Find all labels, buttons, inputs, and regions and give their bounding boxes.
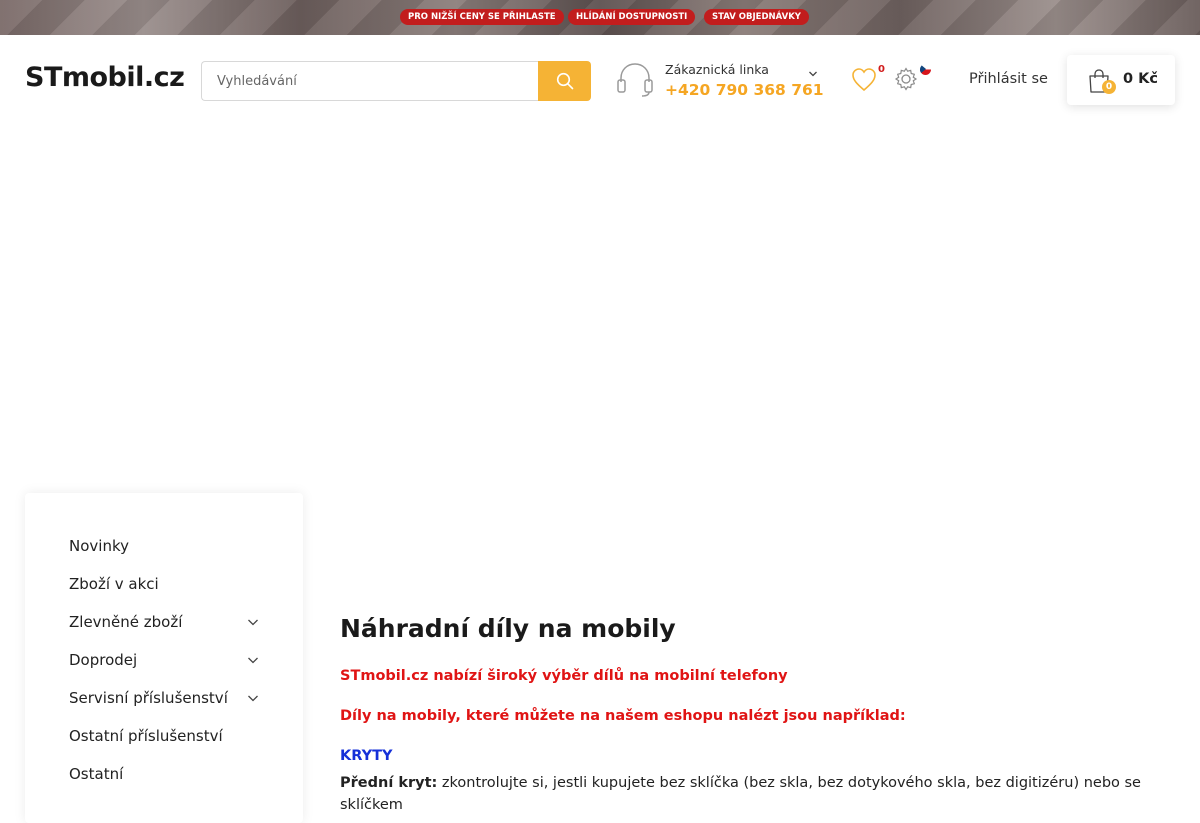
cart-total: 0 Kč [1123, 71, 1158, 87]
sidebar-item-zbozi-v-akci[interactable]: Zboží v akci [69, 575, 159, 593]
wishlist-count: 0 [878, 64, 885, 75]
page-title: Náhradní díly na mobily [340, 614, 676, 643]
search-bar [201, 61, 591, 101]
intro-text: STmobil.cz nabízí široký výběr dílů na m… [340, 668, 788, 684]
czech-flag-icon[interactable] [920, 64, 931, 75]
gear-icon[interactable] [894, 67, 918, 91]
promo-pill-login[interactable]: PRO NIŽŠÍ CENY SE PŘIHLASTE [400, 9, 564, 25]
chevron-down-icon[interactable] [247, 693, 259, 703]
headset-icon [617, 63, 653, 97]
sidebar-item-ostatni-prislusenstvi[interactable]: Ostatní příslušenství [69, 727, 223, 745]
login-link[interactable]: Přihlásit se [969, 71, 1048, 87]
paragraph-text: zkontrolujte si, jestli kupujete bez skl… [340, 775, 1141, 813]
sidebar-item-doprodej[interactable]: Doprodej [69, 651, 137, 669]
search-button[interactable] [538, 61, 591, 101]
sidebar-item-zlevnene-zbozi[interactable]: Zlevněné zboží [69, 613, 182, 631]
paragraph-term: Přední kryt: [340, 775, 438, 791]
promo-bar: PRO NIŽŠÍ CENY SE PŘIHLASTE HLÍDÁNÍ DOST… [0, 0, 1200, 35]
chevron-down-icon[interactable] [247, 655, 259, 665]
category-sidebar: Novinky Zboží v akci Zlevněné zboží Dopr… [25, 493, 303, 823]
site-logo[interactable]: STmobil.cz [25, 62, 185, 93]
search-input[interactable] [201, 61, 538, 101]
sidebar-item-servisni-prislusenstvi[interactable]: Servisní příslušenství [69, 689, 228, 707]
sidebar-item-ostatni[interactable]: Ostatní [69, 765, 123, 783]
intro-subtext: Díly na mobily, které můžete na našem es… [340, 708, 906, 724]
sidebar-item-novinky[interactable]: Novinky [69, 537, 129, 555]
section-heading: KRYTY [340, 748, 393, 764]
support-phone[interactable]: +420 790 368 761 [665, 81, 824, 99]
description-paragraph: Přední kryt: zkontrolujte si, jestli kup… [340, 772, 1160, 816]
chevron-down-icon[interactable] [247, 617, 259, 627]
chevron-down-icon[interactable] [808, 70, 818, 78]
cart-button[interactable]: 0 0 Kč [1067, 55, 1175, 105]
search-icon [556, 72, 573, 90]
cart-count-badge: 0 [1102, 80, 1116, 94]
support-label: Zákaznická linka [665, 62, 769, 77]
promo-pill-order-status[interactable]: STAV OBJEDNÁVKY [704, 9, 809, 25]
customer-support[interactable]: Zákaznická linka +420 790 368 761 [616, 58, 826, 102]
promo-pill-availability[interactable]: HLÍDÁNÍ DOSTUPNOSTI [568, 9, 696, 25]
